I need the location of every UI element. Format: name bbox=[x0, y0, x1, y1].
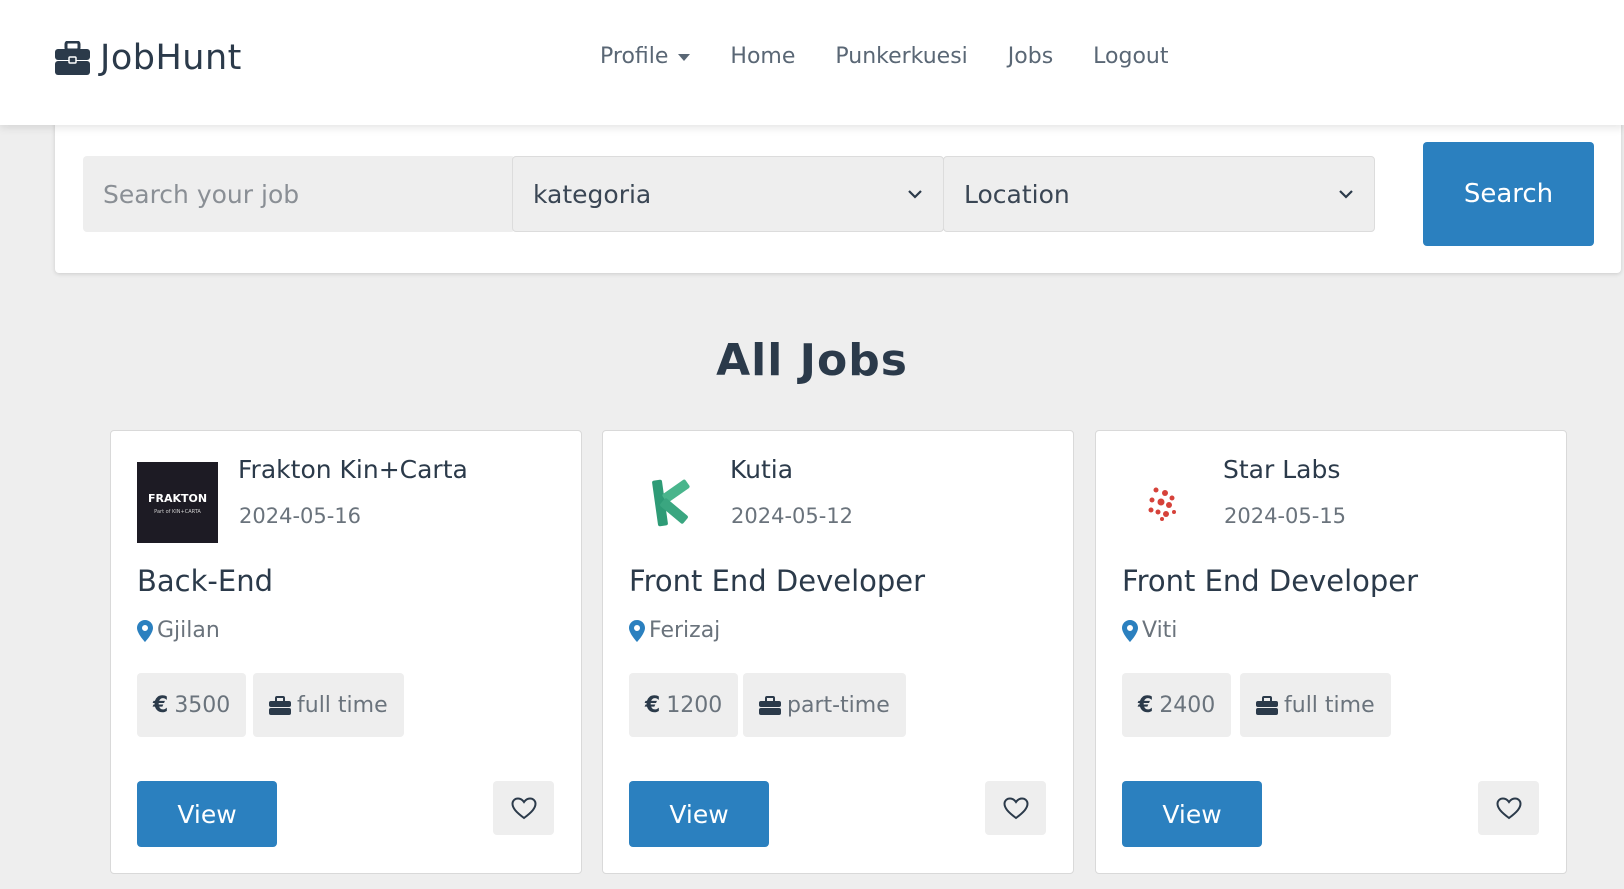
company-name: Star Labs bbox=[1223, 455, 1341, 484]
job-location: Ferizaj bbox=[629, 618, 720, 643]
job-type-text: full time bbox=[1284, 692, 1375, 718]
salary-badge: € 1200 bbox=[629, 673, 739, 737]
search-panel: kategoria Location Search bbox=[55, 118, 1621, 273]
job-type-text: full time bbox=[297, 692, 388, 718]
job-title: Back-End bbox=[137, 564, 273, 598]
favorite-button[interactable] bbox=[985, 781, 1046, 835]
briefcase-icon bbox=[269, 695, 291, 715]
search-button[interactable]: Search bbox=[1423, 142, 1594, 246]
job-card: Star Labs 2024-05-15 Front End Developer… bbox=[1095, 430, 1567, 874]
post-date: 2024-05-12 bbox=[731, 504, 854, 528]
nav-applications[interactable]: Punkerkuesi bbox=[835, 44, 967, 69]
salary-badge: € 2400 bbox=[1122, 673, 1232, 737]
location-select[interactable]: Location bbox=[943, 156, 1375, 232]
page-title: All Jobs bbox=[716, 335, 908, 386]
favorite-button[interactable] bbox=[493, 781, 554, 835]
salary-value: 3500 bbox=[174, 692, 231, 718]
logo-text: FRAKTON bbox=[148, 492, 207, 505]
briefcase-icon bbox=[55, 41, 90, 75]
logo-subtext: Part of KIN+CARTA bbox=[154, 509, 201, 515]
euro-icon: € bbox=[1138, 692, 1154, 718]
view-job-button[interactable]: View bbox=[1122, 781, 1262, 847]
job-type-badge: full time bbox=[1240, 673, 1391, 737]
nav-profile-dropdown[interactable]: Profile bbox=[600, 44, 691, 69]
category-select[interactable]: kategoria bbox=[512, 156, 944, 232]
heart-icon bbox=[1495, 796, 1522, 819]
euro-icon: € bbox=[645, 692, 661, 718]
map-pin-icon bbox=[137, 619, 153, 642]
job-type-badge: part-time bbox=[743, 673, 906, 737]
heart-icon bbox=[510, 796, 537, 819]
favorite-button[interactable] bbox=[1478, 781, 1539, 835]
job-card: FRAKTON Part of KIN+CARTA Frakton Kin+Ca… bbox=[110, 430, 582, 874]
job-title: Front End Developer bbox=[1122, 564, 1419, 598]
company-logo: FRAKTON Part of KIN+CARTA bbox=[137, 462, 218, 543]
location-text: Gjilan bbox=[157, 618, 220, 643]
nav-home[interactable]: Home bbox=[730, 44, 795, 69]
map-pin-icon bbox=[629, 619, 645, 642]
view-job-button[interactable]: View bbox=[629, 781, 769, 847]
job-title: Front End Developer bbox=[629, 564, 926, 598]
chevron-down-icon bbox=[1339, 190, 1353, 199]
company-name: Frakton Kin+Carta bbox=[238, 455, 468, 484]
category-select-value: kategoria bbox=[533, 179, 652, 209]
company-name: Kutia bbox=[730, 455, 794, 484]
brand-name: JobHunt bbox=[100, 38, 242, 78]
location-text: Viti bbox=[1142, 618, 1178, 643]
main-nav: Profile Home Punkerkuesi Jobs Logout bbox=[600, 44, 1209, 69]
location-select-value: Location bbox=[964, 179, 1070, 209]
nav-jobs[interactable]: Jobs bbox=[1008, 44, 1053, 69]
job-type-text: part-time bbox=[787, 692, 890, 718]
nav-profile-label: Profile bbox=[600, 44, 669, 69]
job-card: Kutia 2024-05-12 Front End Developer Fer… bbox=[602, 430, 1074, 874]
brand[interactable]: JobHunt bbox=[55, 38, 242, 78]
job-location: Gjilan bbox=[137, 618, 220, 643]
job-search-input[interactable] bbox=[83, 156, 515, 232]
nav-logout[interactable]: Logout bbox=[1093, 44, 1168, 69]
company-logo bbox=[652, 479, 690, 527]
map-pin-icon bbox=[1122, 619, 1138, 642]
job-type-badge: full time bbox=[253, 673, 404, 737]
view-job-button[interactable]: View bbox=[137, 781, 277, 847]
heart-icon bbox=[1002, 796, 1029, 819]
salary-badge: € 3500 bbox=[137, 673, 247, 737]
job-location: Viti bbox=[1122, 618, 1177, 643]
briefcase-icon bbox=[1256, 695, 1278, 715]
euro-icon: € bbox=[153, 692, 169, 718]
caret-down-icon bbox=[678, 54, 691, 61]
salary-value: 2400 bbox=[1159, 692, 1216, 718]
navbar: JobHunt Profile Home Punkerkuesi Jobs Lo… bbox=[0, 0, 1624, 125]
post-date: 2024-05-15 bbox=[1224, 504, 1347, 528]
briefcase-icon bbox=[759, 695, 781, 715]
location-text: Ferizaj bbox=[649, 618, 721, 643]
salary-value: 1200 bbox=[666, 692, 723, 718]
company-logo bbox=[1148, 487, 1176, 521]
chevron-down-icon bbox=[908, 190, 922, 199]
post-date: 2024-05-16 bbox=[239, 504, 362, 528]
